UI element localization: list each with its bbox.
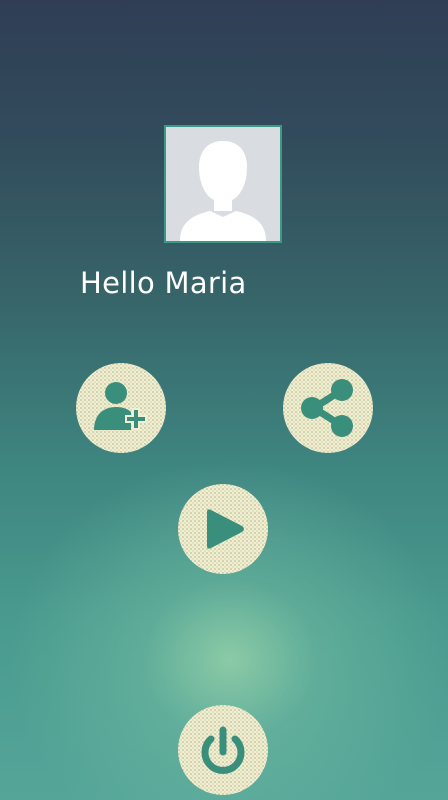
play-icon [207, 509, 244, 549]
share-icon [301, 379, 353, 437]
add-user-button[interactable] [76, 363, 166, 453]
greeting-text: Hello Maria [80, 266, 247, 300]
play-button[interactable] [178, 484, 268, 574]
share-button[interactable] [283, 363, 373, 453]
power-icon [201, 726, 245, 774]
power-button[interactable] [178, 705, 268, 795]
profile-avatar[interactable] [164, 125, 282, 243]
main-screen: Hello Maria [0, 0, 448, 800]
add-user-icon [94, 382, 147, 430]
person-silhouette-icon [166, 127, 280, 241]
